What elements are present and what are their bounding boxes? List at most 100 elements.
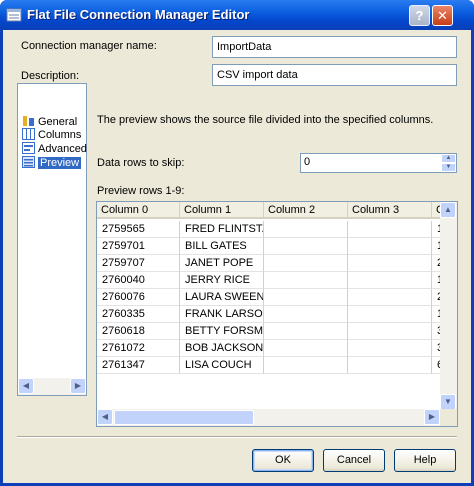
table-cell: BILL GATES	[180, 238, 264, 255]
table-cell	[348, 221, 432, 238]
rows-to-skip-label: Data rows to skip:	[97, 157, 185, 169]
nav-item-columns[interactable]: Columns	[22, 128, 81, 142]
table-cell	[348, 357, 432, 374]
window-title: Flat File Connection Manager Editor	[27, 7, 250, 22]
column-header[interactable]: Column 2	[264, 202, 348, 219]
close-icon: ✕	[437, 8, 448, 23]
nav-scroll-left-button[interactable]: ◀	[18, 378, 34, 394]
help-title-button[interactable]: ?	[409, 5, 430, 26]
table-cell	[348, 340, 432, 357]
table-cell: 2760040	[97, 272, 180, 289]
cancel-button[interactable]: Cancel	[323, 449, 385, 472]
table-cell	[348, 323, 432, 340]
table-cell: LAURA SWEENEY	[180, 289, 264, 306]
table-cell: FRED FLINTST...	[180, 221, 264, 238]
help-button[interactable]: Help	[394, 449, 456, 472]
table-cell	[264, 323, 348, 340]
grid-scroll-thumb[interactable]	[114, 410, 254, 425]
column-header[interactable]: Column 1	[180, 202, 264, 219]
grid-scroll-right-button[interactable]: ▶	[424, 409, 440, 425]
arrow-up-icon: ▲	[444, 205, 452, 214]
table-row[interactable]: 2760618BETTY FORSMAN346 E	[97, 323, 457, 340]
table-cell	[348, 289, 432, 306]
table-row[interactable]: 2760076LAURA SWEENEY2561	[97, 289, 457, 306]
table-row[interactable]: 2761072BOB JACKSON346 E	[97, 340, 457, 357]
table-cell	[264, 255, 348, 272]
table-cell	[264, 340, 348, 357]
rows-to-skip-value[interactable]: 0	[304, 156, 310, 168]
table-row[interactable]: 2759701BILL GATES17 M	[97, 238, 457, 255]
nav-scroll-right-button[interactable]: ▶	[70, 378, 86, 394]
advanced-icon	[22, 142, 35, 154]
general-icon	[23, 116, 34, 126]
arrow-up-icon: ▲	[445, 155, 452, 161]
table-cell: 2759701	[97, 238, 180, 255]
table-cell	[348, 238, 432, 255]
preview-icon	[22, 156, 35, 168]
preview-grid[interactable]: Column 0 Column 1 Column 2 Column 3 Colu…	[96, 201, 458, 427]
table-cell: 2759565	[97, 221, 180, 238]
table-cell: 2761347	[97, 357, 180, 374]
table-cell: 2759707	[97, 255, 180, 272]
columns-icon	[22, 128, 35, 140]
table-cell: JERRY RICE	[180, 272, 264, 289]
arrow-right-icon: ▶	[74, 381, 82, 390]
title-bar[interactable]: Flat File Connection Manager Editor ? ✕	[0, 0, 474, 30]
description-label: Description:	[21, 70, 80, 82]
table-cell	[264, 272, 348, 289]
grid-vertical-scrollbar[interactable]: ▲ ▼	[440, 202, 457, 410]
column-header[interactable]: Column 0	[97, 202, 180, 219]
table-row[interactable]: 2760040JERRY RICE1242	[97, 272, 457, 289]
preview-intro-text: The preview shows the source file divide…	[97, 114, 434, 126]
spin-up-button[interactable]: ▲	[441, 154, 456, 163]
table-cell: JANET POPE	[180, 255, 264, 272]
scrollbar-corner	[440, 409, 457, 426]
arrow-right-icon: ▶	[428, 412, 436, 421]
table-row[interactable]: 2760335FRANK LARSON1061	[97, 306, 457, 323]
app-icon	[6, 8, 22, 22]
table-cell: 2760076	[97, 289, 180, 306]
table-cell: 2761072	[97, 340, 180, 357]
button-separator	[17, 436, 457, 438]
nav-item-preview[interactable]: Preview	[22, 156, 82, 170]
table-cell: 2760618	[97, 323, 180, 340]
nav-horizontal-scrollbar[interactable]: ◀ ▶	[18, 378, 86, 395]
ok-button[interactable]: OK	[252, 449, 314, 472]
connection-name-input[interactable]: ImportData	[212, 36, 457, 58]
question-icon: ?	[415, 8, 424, 23]
table-cell	[264, 357, 348, 374]
table-row[interactable]: 2761347LISA COUCH603 E	[97, 357, 457, 374]
rows-to-skip-spinner[interactable]: 0 ▲ ▼	[300, 153, 457, 173]
grid-horizontal-scrollbar[interactable]: ◀ ▶	[97, 409, 440, 426]
table-cell	[264, 221, 348, 238]
table-cell: 2760335	[97, 306, 180, 323]
table-cell: LISA COUCH	[180, 357, 264, 374]
table-cell: BOB JACKSON	[180, 340, 264, 357]
table-row[interactable]: 2759565FRED FLINTST...166 N	[97, 221, 457, 238]
nav-item-advanced[interactable]: Advanced	[22, 142, 87, 156]
table-cell	[348, 272, 432, 289]
grid-scroll-left-button[interactable]: ◀	[97, 409, 113, 425]
table-cell	[348, 255, 432, 272]
arrow-left-icon: ◀	[22, 381, 30, 390]
preview-rows-label: Preview rows 1-9:	[97, 185, 185, 197]
connection-name-label: Connection manager name:	[21, 40, 157, 52]
table-cell: FRANK LARSON	[180, 306, 264, 323]
close-button[interactable]: ✕	[432, 5, 453, 26]
arrow-down-icon: ▼	[445, 164, 452, 170]
table-row[interactable]: 2759707JANET POPE2422	[97, 255, 457, 272]
nav-item-general[interactable]: General	[22, 115, 77, 129]
table-cell	[348, 306, 432, 323]
column-header[interactable]: Column 3	[348, 202, 432, 219]
table-cell	[264, 289, 348, 306]
description-input[interactable]: CSV import data	[212, 64, 457, 86]
arrow-left-icon: ◀	[101, 412, 109, 421]
arrow-down-icon: ▼	[444, 397, 452, 406]
table-cell: BETTY FORSMAN	[180, 323, 264, 340]
grid-scroll-up-button[interactable]: ▲	[440, 202, 456, 218]
page-navigation-list[interactable]: General Columns Advanced Preview ◀ ▶	[17, 83, 87, 396]
grid-scroll-down-button[interactable]: ▼	[440, 394, 456, 410]
table-cell	[264, 306, 348, 323]
table-cell	[264, 238, 348, 255]
spin-down-button[interactable]: ▼	[441, 163, 456, 172]
